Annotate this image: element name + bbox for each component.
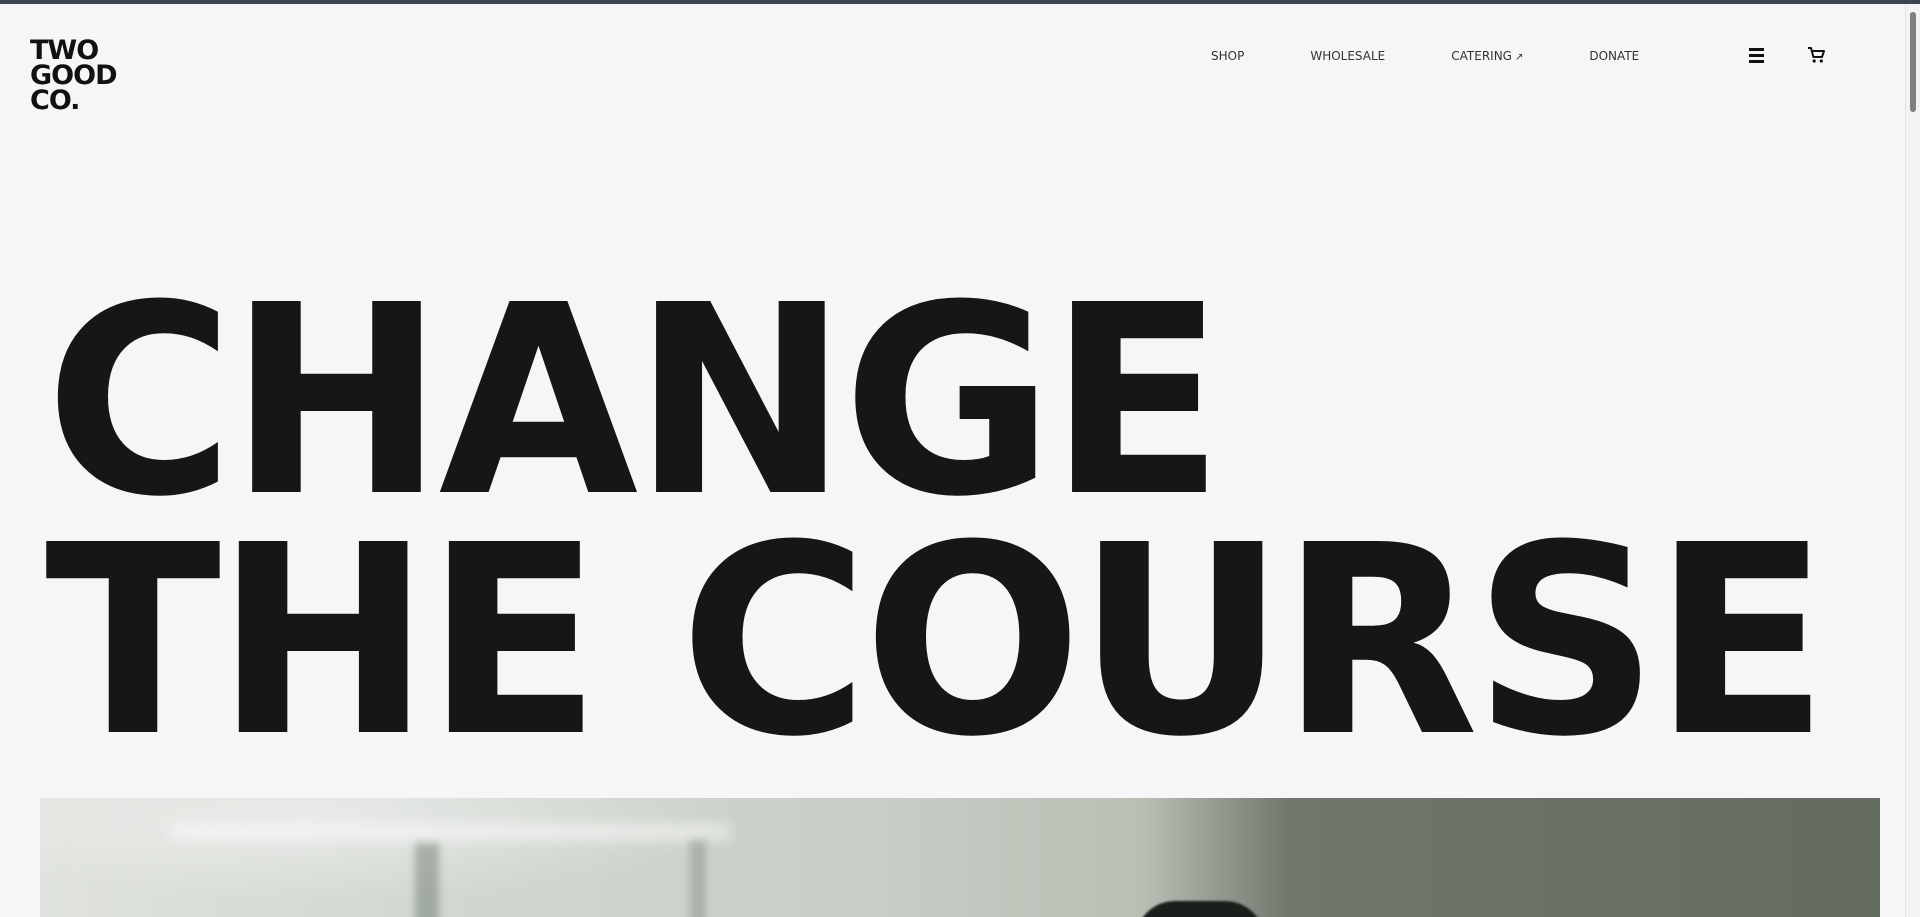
nav-shop-label: SHOP: [1211, 49, 1245, 63]
person-head: [1135, 901, 1265, 917]
cart-icon[interactable]: [1806, 45, 1826, 65]
nav-catering[interactable]: CATERING ↗: [1451, 49, 1523, 63]
nav-donate[interactable]: DONATE: [1589, 49, 1639, 63]
external-link-icon: ↗: [1514, 52, 1524, 63]
logo-line-3: CO.: [30, 85, 80, 116]
main-navigation: SHOP WHOLESALE CATERING ↗ DONATE: [1211, 49, 1639, 63]
blurred-post: [690, 840, 706, 917]
nav-donate-label: DONATE: [1589, 49, 1640, 63]
nav-catering-label: CATERING: [1451, 49, 1512, 63]
nav-shop[interactable]: SHOP: [1211, 49, 1244, 63]
menu-icon[interactable]: [1749, 48, 1764, 63]
blurred-post: [415, 843, 439, 917]
hero-image: [40, 798, 1880, 917]
blurred-shelf: [170, 823, 730, 841]
hero-headline: CHANGE THE COURSE: [45, 249, 1829, 794]
nav-wholesale-label: WHOLESALE: [1310, 49, 1386, 63]
brand-logo[interactable]: TWO GOOD CO.: [30, 37, 140, 116]
headline-line-2: THE COURSE: [45, 489, 1829, 794]
headline-line-1: CHANGE: [45, 249, 1225, 554]
page-scrollbar[interactable]: [1905, 4, 1920, 917]
scrollbar-thumb[interactable]: [1910, 12, 1916, 112]
nav-wholesale[interactable]: WHOLESALE: [1310, 49, 1385, 63]
top-border: [0, 0, 1920, 4]
